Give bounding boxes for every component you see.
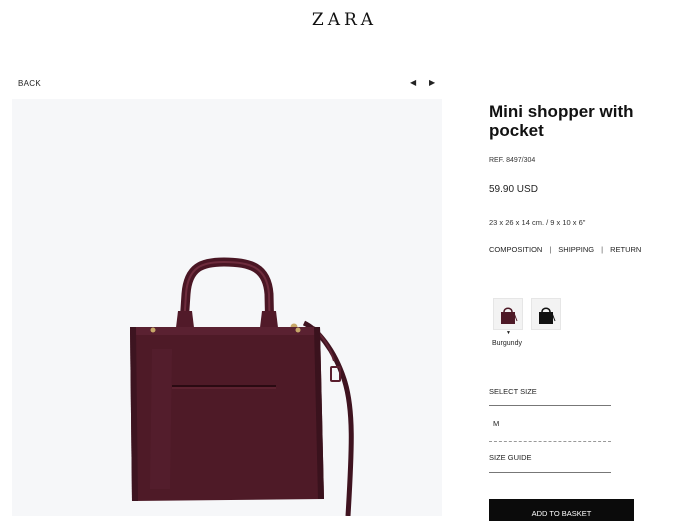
color-swatch-black[interactable]: [531, 298, 561, 330]
separator: |: [601, 245, 604, 254]
color-swatch-burgundy[interactable]: [493, 298, 523, 330]
return-link[interactable]: RETURN: [610, 245, 641, 254]
product-image: [12, 99, 442, 516]
info-links: COMPOSITION | SHIPPING | RETURN: [489, 245, 641, 254]
size-guide-link[interactable]: SIZE GUIDE: [489, 453, 611, 473]
triangle-right-icon[interactable]: ▶: [429, 78, 435, 88]
back-link[interactable]: BACK: [18, 79, 41, 88]
composition-link[interactable]: COMPOSITION: [489, 245, 542, 254]
bag-illustration: [130, 257, 354, 516]
product-title: Mini shopper with pocket: [489, 102, 634, 140]
product-price: 59.90 USD: [489, 184, 538, 195]
select-size-dropdown[interactable]: SELECT SIZE: [489, 387, 611, 406]
zara-logo[interactable]: ZARA: [0, 10, 689, 30]
black-bag-icon: [539, 307, 556, 324]
size-option-m[interactable]: M: [493, 419, 499, 428]
shipping-link[interactable]: SHIPPING: [558, 245, 594, 254]
divider: [489, 441, 611, 442]
product-reference: REF. 8497/304: [489, 157, 536, 164]
product-dimensions: 23 x 26 x 14 cm. / 9 x 10 x 6": [489, 218, 586, 227]
separator: |: [549, 245, 552, 254]
selected-color-name: Burgundy: [492, 340, 522, 347]
add-to-basket-button[interactable]: ADD TO BASKET: [489, 499, 634, 521]
triangle-left-icon[interactable]: ◀: [410, 78, 416, 88]
selected-indicator-icon: ▼: [506, 330, 511, 336]
burgundy-bag-icon: [501, 307, 518, 324]
